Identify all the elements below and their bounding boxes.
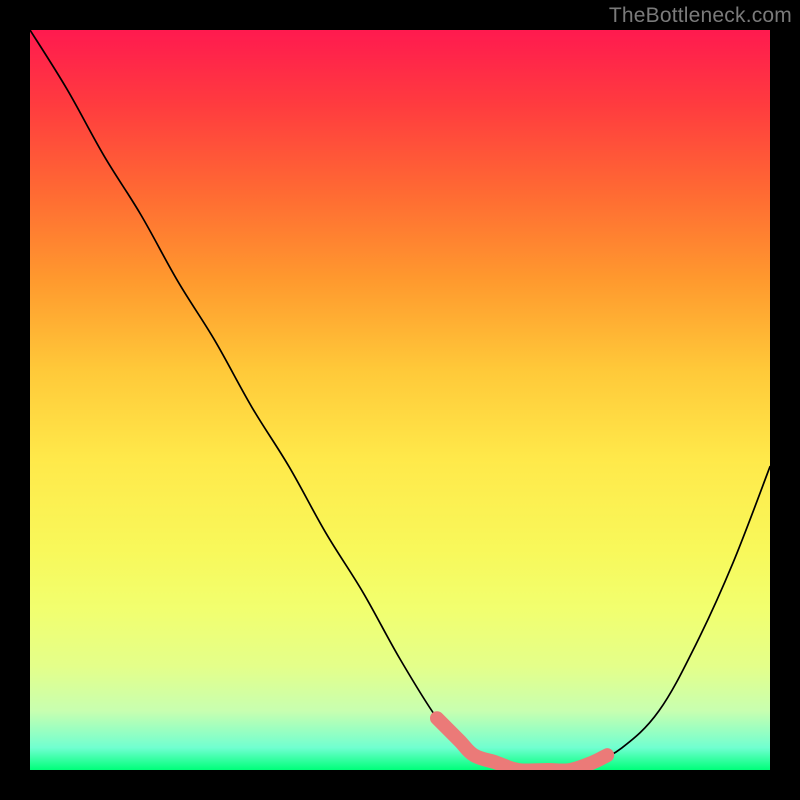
chart-plot-area xyxy=(30,30,770,770)
watermark-text: TheBottleneck.com xyxy=(609,4,792,28)
bottleneck-curve xyxy=(30,30,770,770)
highlight-band xyxy=(437,718,607,770)
chart-svg xyxy=(30,30,770,770)
